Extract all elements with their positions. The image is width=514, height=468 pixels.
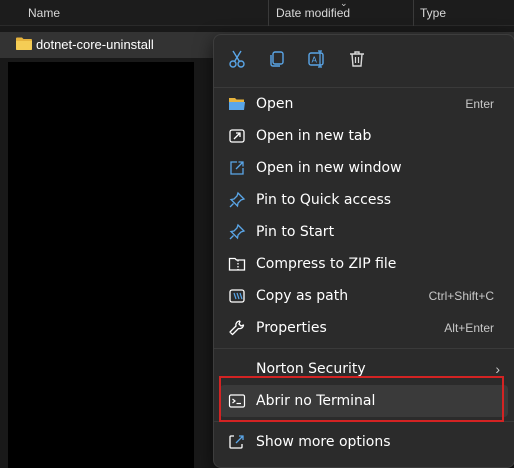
delete-icon[interactable] [347, 49, 367, 69]
folder-open-icon [229, 98, 245, 110]
menu-item-shortcut: Enter [465, 97, 494, 111]
column-date-modified[interactable]: Date modified [276, 0, 350, 26]
menu-separator [214, 348, 514, 349]
context-menu-toolbar: A [214, 35, 514, 88]
wrench-icon [229, 320, 245, 336]
menu-item-compress-zip[interactable]: Compress to ZIP file [220, 248, 508, 280]
menu-item-label: Open in new tab [256, 128, 372, 144]
menu-item-open-terminal[interactable]: Abrir no Terminal [220, 385, 508, 417]
context-menu: A Open Enter Open in new tab Open in new [213, 34, 514, 468]
zip-icon [228, 257, 246, 271]
column-separator[interactable] [413, 0, 414, 26]
pin-start-icon [229, 223, 246, 240]
pin-icon [229, 191, 246, 208]
svg-text:A: A [312, 56, 318, 65]
file-name[interactable]: dotnet-core-uninstall [36, 32, 154, 58]
menu-item-label: Show more options [256, 434, 391, 450]
menu-item-label: Open [256, 96, 294, 112]
rename-icon[interactable]: A [307, 49, 327, 69]
folder-icon [16, 37, 32, 50]
menu-separator [214, 421, 514, 422]
menu-item-pin-start[interactable]: Pin to Start [220, 216, 508, 248]
menu-item-label: Compress to ZIP file [256, 256, 397, 272]
menu-item-norton-security[interactable]: Norton Security › [220, 353, 508, 385]
new-window-icon [230, 161, 244, 175]
more-options-icon [229, 435, 244, 449]
menu-item-shortcut: Alt+Enter [444, 321, 494, 335]
redacted-area [8, 62, 194, 468]
sort-chevron-icon: ⌄ [340, 0, 348, 8]
menu-item-shortcut: Ctrl+Shift+C [428, 289, 494, 303]
chevron-right-icon: › [495, 361, 500, 377]
menu-item-label: Properties [256, 320, 327, 336]
new-tab-icon [229, 129, 245, 143]
copy-icon[interactable] [267, 49, 287, 69]
copy-path-icon [229, 289, 245, 303]
menu-item-open-new-window[interactable]: Open in new window [220, 152, 508, 184]
menu-item-label: Pin to Quick access [256, 192, 392, 208]
menu-item-label: Norton Security [256, 361, 366, 377]
menu-item-copy-as-path[interactable]: Copy as path Ctrl+Shift+C [220, 280, 508, 312]
column-separator[interactable] [268, 0, 269, 26]
column-name[interactable]: Name [28, 0, 60, 26]
menu-item-properties[interactable]: Properties Alt+Enter [220, 312, 508, 344]
terminal-icon [228, 394, 246, 408]
cut-icon[interactable] [227, 49, 247, 69]
menu-item-label: Pin to Start [256, 224, 335, 240]
menu-item-show-more-options[interactable]: Show more options [220, 426, 508, 458]
column-type[interactable]: Type [420, 0, 446, 26]
menu-item-pin-quick-access[interactable]: Pin to Quick access [220, 184, 508, 216]
menu-item-open[interactable]: Open Enter [220, 88, 508, 120]
menu-item-open-new-tab[interactable]: Open in new tab [220, 120, 508, 152]
menu-item-label: Copy as path [256, 288, 349, 304]
menu-item-label: Abrir no Terminal [256, 393, 376, 409]
menu-item-label: Open in new window [256, 160, 402, 176]
column-header-bar: Name Date modified ⌄ Type [0, 0, 514, 26]
